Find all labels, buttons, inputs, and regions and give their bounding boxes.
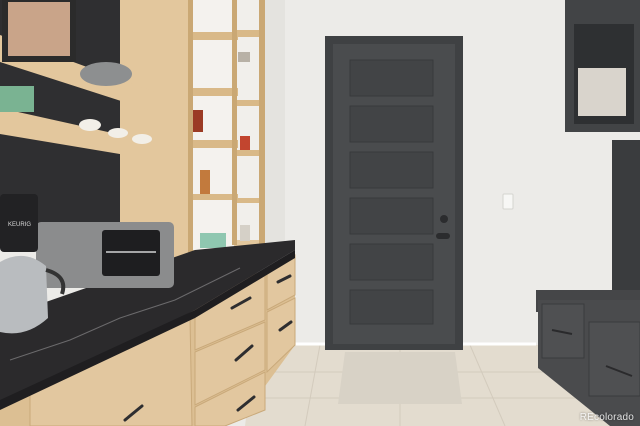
decor-bowl <box>80 62 132 86</box>
light-switch[interactable] <box>502 193 514 210</box>
door-handle[interactable] <box>436 233 450 239</box>
room-scene: KEURIG <box>0 0 640 426</box>
door-lock-icon[interactable] <box>440 215 448 223</box>
bench-drawer-left[interactable] <box>541 303 585 359</box>
door-mat <box>338 352 462 404</box>
storage-bin <box>578 68 626 116</box>
green-basket <box>0 86 34 112</box>
kettle[interactable] <box>0 255 48 334</box>
watermark: REcolorado <box>579 412 634 423</box>
picture <box>8 2 70 56</box>
coffee-maker-brand: KEURIG <box>8 222 31 228</box>
mudroom-tower <box>612 140 640 300</box>
bench-drawer-right[interactable] <box>588 321 640 397</box>
